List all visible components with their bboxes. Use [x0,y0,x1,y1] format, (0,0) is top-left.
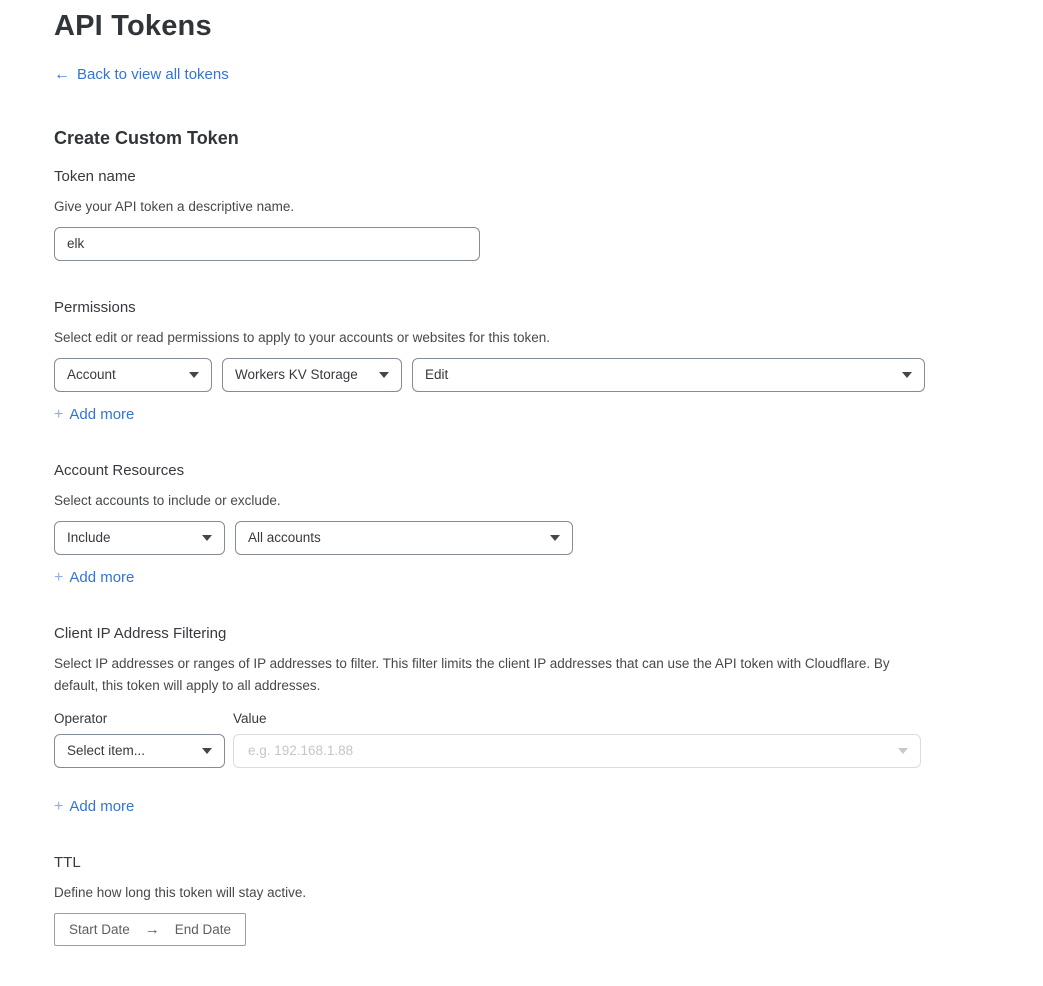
add-more-label: Add more [69,798,134,815]
chevron-down-icon [898,748,908,754]
account-resources-help: Select accounts to include or exclude. [54,490,1043,512]
ip-filtering-add-more-button[interactable]: + Add more [54,798,134,816]
chevron-down-icon [202,535,212,541]
back-link[interactable]: ← Back to view all tokens [54,66,229,83]
permission-resource-value: Workers KV Storage [235,367,358,382]
back-link-label: Back to view all tokens [77,66,229,83]
resource-mode-value: Include [67,530,111,545]
resource-accounts-select[interactable]: All accounts [235,521,573,555]
account-resources-row: Include All accounts [54,521,1043,555]
value-label: Value [233,711,267,726]
token-name-help: Give your API token a descriptive name. [54,196,1043,218]
account-resources-add-more-button[interactable]: + Add more [54,569,134,587]
start-date-label: Start Date [69,922,130,937]
ip-operator-value: Select item... [67,743,145,758]
form-heading: Create Custom Token [54,128,1043,149]
chevron-down-icon [550,535,560,541]
plus-icon: + [54,406,63,424]
end-date-label: End Date [175,922,231,937]
permissions-add-more-button[interactable]: + Add more [54,406,134,424]
add-more-label: Add more [69,406,134,423]
permission-resource-select[interactable]: Workers KV Storage [222,358,402,392]
permission-access-value: Edit [425,367,448,382]
permissions-row: Account Workers KV Storage Edit [54,358,1043,392]
ip-filtering-row: Select item... [54,734,1043,768]
permissions-label: Permissions [54,299,1043,316]
token-name-label: Token name [54,168,1043,185]
permission-scope-value: Account [67,367,116,382]
resource-mode-select[interactable]: Include [54,521,225,555]
api-tokens-page: API Tokens ← Back to view all tokens Cre… [0,0,1043,986]
plus-icon: + [54,798,63,816]
resource-accounts-value: All accounts [248,530,321,545]
page-title: API Tokens [54,6,1043,46]
account-resources-label: Account Resources [54,462,1043,479]
back-arrow-icon: ← [54,67,70,83]
ttl-date-range-picker[interactable]: Start Date → End Date [54,913,246,946]
ip-filtering-help: Select IP addresses or ranges of IP addr… [54,653,922,697]
ip-operator-select[interactable]: Select item... [54,734,225,768]
ip-filtering-label: Client IP Address Filtering [54,625,1043,642]
chevron-down-icon [902,372,912,378]
ttl-help: Define how long this token will stay act… [54,882,1043,904]
arrow-right-icon: → [145,921,160,938]
operator-label: Operator [54,711,225,726]
chevron-down-icon [379,372,389,378]
chevron-down-icon [202,748,212,754]
chevron-down-icon [189,372,199,378]
permission-scope-select[interactable]: Account [54,358,212,392]
permissions-help: Select edit or read permissions to apply… [54,327,1043,349]
ip-value-combobox[interactable] [233,734,921,768]
plus-icon: + [54,569,63,587]
token-name-input[interactable] [54,227,480,261]
ip-value-input[interactable] [246,742,886,759]
permission-access-select[interactable]: Edit [412,358,925,392]
ip-filtering-field-labels: Operator Value [54,711,1043,726]
add-more-label: Add more [69,569,134,586]
ttl-label: TTL [54,854,1043,871]
